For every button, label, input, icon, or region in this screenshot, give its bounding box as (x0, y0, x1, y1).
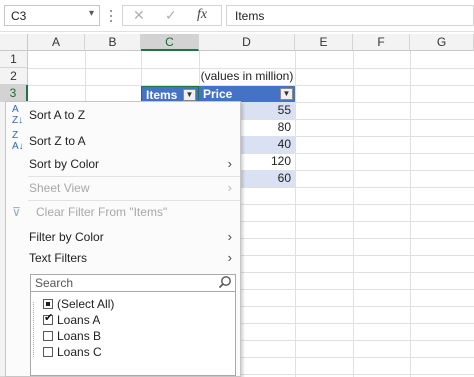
formula-bar-grip[interactable] (110, 6, 112, 26)
filter-value-label: Loans A (57, 313, 101, 327)
filter-value-label: Loans C (57, 345, 102, 359)
chevron-right-icon: › (227, 229, 232, 244)
menu-item-sort-a-to-z[interactable]: A Z↓ Sort A to Z (6, 104, 240, 126)
checkbox-unchecked-icon[interactable] (43, 347, 53, 357)
column-header-c[interactable]: C (141, 34, 199, 51)
tree-line (33, 302, 34, 358)
row-header-1[interactable]: 1 (0, 51, 28, 68)
menu-item-label: Sort by Color (29, 157, 100, 171)
column-header-a[interactable]: A (28, 34, 85, 51)
table-header-price[interactable]: Price ▼ (199, 86, 295, 102)
menu-item-label: Filter by Color (29, 230, 104, 244)
menu-item-sort-by-color[interactable]: Sort by Color › (6, 153, 240, 175)
enter-icon[interactable]: ✓ (165, 7, 177, 24)
checkbox-checked-icon[interactable]: ✔ (43, 312, 53, 325)
row-header-2[interactable]: 2 (0, 68, 28, 85)
menu-item-clear-filter[interactable]: ⊽ Clear Filter From "Items" (6, 201, 240, 223)
table-header-price-label: Price (203, 87, 233, 101)
menu-item-sort-z-to-a[interactable]: Z A↓ Sort Z to A (6, 130, 240, 152)
column-header-e[interactable]: E (295, 34, 353, 51)
menu-item-filter-by-color[interactable]: Filter by Color › (6, 226, 240, 248)
clear-filter-icon: ⊽ (12, 205, 21, 219)
chevron-right-icon: › (227, 156, 232, 171)
search-icon (218, 276, 231, 289)
sort-ascending-icon: A Z↓ (12, 104, 24, 126)
column-header-d[interactable]: D (199, 34, 295, 51)
formula-buttons: ✕ ✓ fx (122, 5, 222, 26)
table-header-items[interactable]: Items ▼ (141, 86, 199, 102)
row-header-3[interactable]: 3 (0, 85, 28, 102)
menu-item-text-filters[interactable]: Text Filters › (6, 247, 240, 269)
search-placeholder: Search (35, 276, 74, 290)
column-header-g[interactable]: G (410, 34, 474, 51)
menu-item-sheet-view[interactable]: Sheet View › (6, 177, 240, 199)
filter-value-label: Loans B (57, 329, 102, 343)
chevron-right-icon: › (227, 180, 232, 195)
checkbox-partial-icon[interactable] (43, 299, 53, 309)
formula-value: Items (235, 9, 265, 23)
note-cell[interactable]: (values in million) (200, 68, 294, 85)
column-header-b[interactable]: B (85, 34, 141, 51)
cancel-icon[interactable]: ✕ (133, 7, 145, 24)
filter-value-label: (Select All) (57, 297, 115, 311)
name-box-value: C3 (11, 9, 27, 23)
filter-search-input[interactable]: Search (30, 274, 236, 292)
menu-item-label: Text Filters (29, 251, 88, 265)
checkbox-unchecked-icon[interactable] (43, 331, 53, 341)
chevron-right-icon: › (227, 250, 232, 265)
name-box[interactable]: C3 ▾ (4, 5, 100, 26)
formula-bar: C3 ▾ ✕ ✓ fx Items (0, 0, 474, 32)
filter-values-list: (Select All) ✔ Loans A Loans B Loans C (30, 292, 236, 376)
menu-item-label: Sheet View (29, 181, 90, 195)
select-all-corner[interactable] (0, 34, 28, 51)
filter-dropdown-icon[interactable]: ▼ (183, 89, 196, 101)
filter-dropdown-icon[interactable]: ▼ (280, 88, 293, 100)
table-header-items-label: Items (146, 88, 178, 102)
column-header-f[interactable]: F (353, 34, 410, 51)
autofilter-menu: A Z↓ Sort A to Z Z A↓ Sort Z to A Sort by … (5, 101, 241, 377)
sort-descending-icon: Z A↓ (12, 130, 24, 152)
menu-item-label: Clear Filter From "Items" (36, 205, 168, 219)
formula-input[interactable]: Items (226, 5, 474, 26)
menu-item-label: Sort A to Z (29, 108, 86, 122)
insert-function-icon[interactable]: fx (197, 7, 207, 23)
chevron-down-icon[interactable]: ▾ (89, 8, 94, 19)
menu-item-label: Sort Z to A (29, 134, 86, 148)
